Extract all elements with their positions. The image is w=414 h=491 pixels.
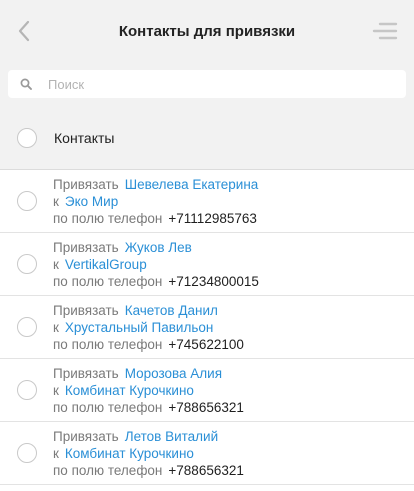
search-box xyxy=(8,70,406,98)
company-link[interactable]: Хрустальный Павильон xyxy=(65,320,213,335)
app-header: Контакты для привязки xyxy=(0,0,414,62)
item-text: Привязать Качетов Данил к Хрустальный Пави… xyxy=(53,302,244,353)
by-field-label: по полю телефон xyxy=(53,274,163,289)
to-label: к xyxy=(53,383,59,398)
list-item[interactable]: Привязать Жуков Лев к VertikalGroup по пол… xyxy=(0,233,414,296)
phone-value: +745622100 xyxy=(168,337,244,352)
search-icon xyxy=(20,78,32,90)
contact-name-link[interactable]: Летов Виталий xyxy=(125,429,218,444)
back-button[interactable] xyxy=(10,15,38,47)
to-label: к xyxy=(53,320,59,335)
search-input[interactable] xyxy=(48,76,368,92)
item-text: Привязать Жуков Лев к VertikalGroup по пол… xyxy=(53,239,259,290)
contact-name-link[interactable]: Качетов Данил xyxy=(125,303,218,318)
by-field-label: по полю телефон xyxy=(53,400,163,415)
contact-name-link[interactable]: Жуков Лев xyxy=(125,240,192,255)
item-radio[interactable] xyxy=(17,254,37,274)
item-radio[interactable] xyxy=(17,191,37,211)
bind-label: Привязать xyxy=(53,177,119,192)
item-text: Привязать Летов Виталий к Комбинат Курочки… xyxy=(53,428,244,479)
chevron-left-icon xyxy=(18,20,30,42)
company-link[interactable]: VertikalGroup xyxy=(65,257,147,272)
phone-value: +71234800015 xyxy=(168,274,259,289)
bind-label: Привязать xyxy=(53,429,119,444)
bind-label: Привязать xyxy=(53,240,119,255)
company-link[interactable]: Комбинат Курочкино xyxy=(65,446,194,461)
company-link[interactable]: Комбинат Курочкино xyxy=(65,383,194,398)
phone-value: +788656321 xyxy=(168,400,244,415)
page-title: Контакты для привязки xyxy=(118,22,296,40)
to-label: к xyxy=(53,446,59,461)
item-text: Привязать Морозова Алия к Комбинат Курочки… xyxy=(53,365,244,416)
select-all-radio[interactable] xyxy=(17,127,37,148)
phone-value: +71112985763 xyxy=(168,211,257,226)
menu-button[interactable] xyxy=(370,17,400,45)
item-radio[interactable] xyxy=(17,380,37,400)
to-label: к xyxy=(53,194,59,209)
item-radio[interactable] xyxy=(17,317,37,337)
company-link[interactable]: Эко Мир xyxy=(65,194,118,209)
item-radio[interactable] xyxy=(17,443,37,463)
list-item[interactable]: Привязать Качетов Данил к Хрустальный Пави… xyxy=(0,296,414,359)
item-text: Привязать Шевелева Екатерина к Эко Мир по … xyxy=(53,176,258,227)
contact-name-link[interactable]: Шевелева Екатерина xyxy=(125,177,259,192)
contact-list: Привязать Шевелева Екатерина к Эко Мир по … xyxy=(0,170,414,485)
phone-value: +788656321 xyxy=(168,463,244,478)
select-all-row[interactable]: Контакты xyxy=(0,106,414,170)
list-item[interactable]: Привязать Морозова Алия к Комбинат Курочки… xyxy=(0,359,414,422)
contact-name-link[interactable]: Морозова Алия xyxy=(125,366,222,381)
by-field-label: по полю телефон xyxy=(53,337,163,352)
search-bar xyxy=(0,62,414,106)
list-item[interactable]: Привязать Шевелева Екатерина к Эко Мир по … xyxy=(0,170,414,233)
by-field-label: по полю телефон xyxy=(53,211,163,226)
bind-label: Привязать xyxy=(53,303,119,318)
list-item[interactable]: Привязать Летов Виталий к Комбинат Курочки… xyxy=(0,422,414,485)
by-field-label: по полю телефон xyxy=(53,463,163,478)
menu-lines-icon xyxy=(372,22,398,40)
select-all-label: Контакты xyxy=(54,129,115,146)
bind-label: Привязать xyxy=(53,366,119,381)
to-label: к xyxy=(53,257,59,272)
